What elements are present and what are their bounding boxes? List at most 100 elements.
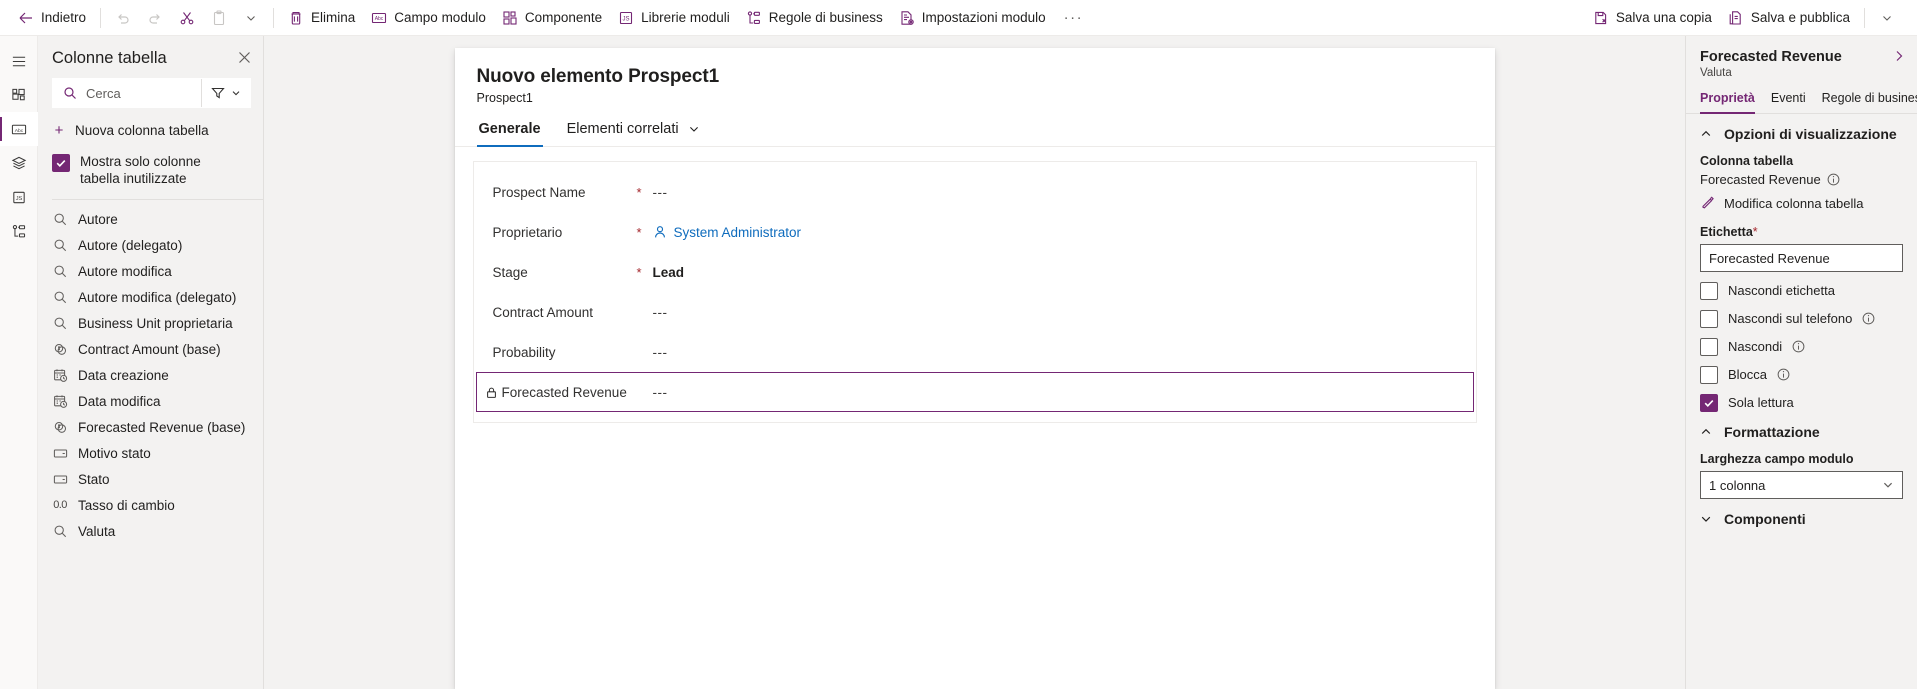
hamburger-menu-button[interactable]	[0, 44, 38, 78]
expand-panel-button[interactable]	[1891, 48, 1907, 64]
table-column-item[interactable]: Data modifica	[38, 388, 263, 414]
module-libraries-button[interactable]: JS Librerie moduli	[610, 3, 738, 33]
datetime-icon	[52, 394, 68, 409]
property-checkbox[interactable]: Nascondi	[1700, 328, 1903, 356]
checkbox-box	[1700, 310, 1718, 328]
table-columns-list[interactable]: Autore Autore (delegato) Autore modifica Au…	[38, 200, 263, 689]
properties-tab[interactable]: Regole di business	[1822, 89, 1917, 113]
business-rules-button[interactable]: Regole di business	[738, 3, 891, 33]
svg-text:Abc: Abc	[375, 16, 384, 22]
table-column-item[interactable]: Data creazione	[38, 362, 263, 388]
search-input[interactable]: Cerca	[53, 79, 201, 107]
form-field-button[interactable]: Abc Campo modulo	[363, 3, 494, 33]
form-field-row[interactable]: Probability ---	[476, 332, 1474, 372]
table-column-item[interactable]: Forecasted Revenue (base)	[38, 414, 263, 440]
table-column-item[interactable]: Stato	[38, 466, 263, 492]
info-icon[interactable]	[1862, 312, 1875, 325]
rail-item-table-columns[interactable]: Abc	[0, 112, 38, 146]
table-column-item[interactable]: Autore modifica (delegato)	[38, 284, 263, 310]
required-asterisk: *	[636, 184, 642, 200]
form-settings-button[interactable]: Impostazioni modulo	[891, 3, 1054, 33]
table-column-item-label: Autore modifica	[78, 263, 172, 279]
show-unused-checkbox[interactable]: Mostra solo colonne tabella inutilizzate	[38, 149, 263, 199]
undo-button[interactable]	[107, 3, 139, 33]
required-asterisk: *	[636, 264, 642, 280]
table-column-item[interactable]: Motivo stato	[38, 440, 263, 466]
form-settings-icon	[899, 10, 915, 26]
page-title: Nuovo elemento Prospect1	[476, 66, 720, 87]
properties-header: Forecasted Revenue	[1686, 36, 1917, 66]
back-button[interactable]: Indietro	[10, 3, 94, 33]
form-field-row[interactable]: Proprietario * System Administrator	[476, 212, 1474, 252]
form-field-value-text: Lead	[652, 264, 685, 280]
save-copy-button[interactable]: Salva una copia	[1585, 3, 1720, 33]
edit-table-column-link[interactable]: Modifica colonna tabella	[1700, 187, 1903, 211]
rail-item-layers[interactable]	[0, 146, 38, 180]
save-publish-button[interactable]: Salva e pubblica	[1720, 3, 1858, 33]
form-field-row[interactable]: Stage * Lead	[476, 252, 1474, 292]
form-field-value: System Administrator	[653, 225, 801, 240]
display-options-section-header[interactable]: Opzioni di visualizzazione	[1686, 114, 1917, 148]
datetime-icon	[52, 368, 68, 383]
property-checkbox[interactable]: Nascondi etichetta	[1700, 272, 1903, 300]
plus-icon: +	[54, 122, 64, 139]
filter-button[interactable]	[201, 79, 250, 107]
form-field-value: ---	[653, 385, 668, 400]
new-table-column-button[interactable]: + Nuova colonna tabella	[38, 118, 263, 143]
paste-button[interactable]	[203, 3, 235, 33]
form-field-row[interactable]: Prospect Name * ---	[476, 172, 1474, 212]
form-body: Prospect Name * --- Proprietario * System Adm…	[455, 147, 1495, 423]
property-checkbox[interactable]: Nascondi sul telefono	[1700, 300, 1903, 328]
form-field-label: Probability	[483, 345, 635, 360]
layers-icon	[11, 155, 27, 171]
search-row: Cerca	[52, 78, 251, 108]
formatting-section-header[interactable]: Formattazione	[1686, 412, 1917, 446]
table-column-item[interactable]: Business Unit proprietaria	[38, 310, 263, 336]
table-column-item[interactable]: Contract Amount (base)	[38, 336, 263, 362]
form-tab[interactable]: Generale	[476, 117, 543, 147]
table-column-item[interactable]: Valuta	[38, 518, 263, 544]
trash-icon	[288, 10, 304, 26]
form-field-row-selected[interactable]: Forecasted Revenue ---	[475, 372, 1474, 412]
property-checkbox[interactable]: Sola lettura	[1700, 384, 1903, 412]
label-input[interactable]: Forecasted Revenue	[1700, 244, 1903, 272]
table-column-value: Forecasted Revenue	[1700, 172, 1821, 187]
form-designer-app: Indietro Elimina Abc Campo modulo Compon…	[0, 0, 1917, 689]
form-tab-label: Generale	[478, 121, 541, 137]
form-field-label-text: Probability	[492, 344, 556, 360]
table-column-item-label: Contract Amount (base)	[78, 341, 221, 357]
close-icon	[236, 49, 252, 65]
info-icon[interactable]	[1777, 368, 1790, 381]
rail-item-business-rules[interactable]	[0, 214, 38, 248]
save-options-chevron[interactable]	[1871, 3, 1903, 33]
redo-button[interactable]	[139, 3, 171, 33]
redo-icon	[147, 10, 163, 26]
arrow-left-icon	[18, 10, 34, 26]
close-panel-button[interactable]	[235, 48, 253, 66]
property-checkbox-label: Nascondi	[1728, 339, 1783, 354]
form-field-width-select[interactable]: 1 colonna	[1700, 471, 1903, 499]
components-section-header[interactable]: Componenti	[1686, 499, 1917, 533]
table-column-item[interactable]: Autore (delegato)	[38, 232, 263, 258]
paste-options-chevron[interactable]	[235, 3, 267, 33]
properties-tab[interactable]: Proprietà	[1700, 89, 1755, 114]
info-icon[interactable]	[1792, 340, 1805, 353]
table-column-item[interactable]: 0.0 Tasso di cambio	[38, 492, 263, 518]
form-tab[interactable]: Elementi correlati	[565, 117, 704, 146]
rail-item-components[interactable]	[0, 78, 38, 112]
overflow-menu-button[interactable]: ···	[1054, 9, 1094, 26]
rail-item-scripts[interactable]: JS	[0, 180, 38, 214]
form-field-value-text: ---	[652, 384, 668, 400]
table-column-item[interactable]: Autore	[38, 206, 263, 232]
form-section: Prospect Name * --- Proprietario * System Adm…	[472, 161, 1477, 423]
label-field-label: Etichetta	[1700, 225, 1753, 239]
form-field-row[interactable]: Contract Amount ---	[476, 292, 1474, 332]
property-checkbox[interactable]: Blocca	[1700, 356, 1903, 384]
properties-tab[interactable]: Eventi	[1771, 89, 1806, 113]
table-column-item-label: Autore modifica (delegato)	[78, 289, 237, 305]
table-column-item[interactable]: Autore modifica	[38, 258, 263, 284]
delete-button[interactable]: Elimina	[280, 3, 363, 33]
component-button[interactable]: Componente	[494, 3, 610, 33]
cut-button[interactable]	[171, 3, 203, 33]
info-icon[interactable]	[1827, 173, 1840, 186]
